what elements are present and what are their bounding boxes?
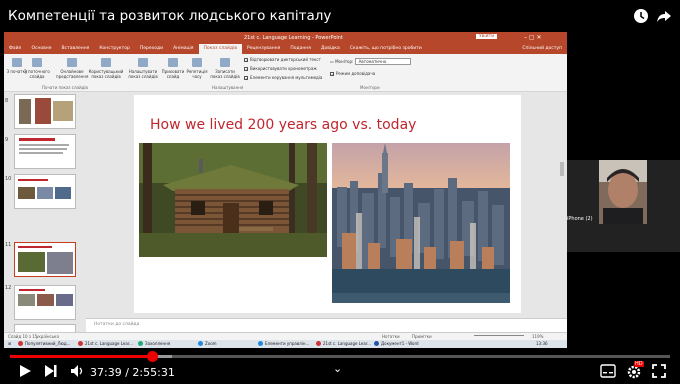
tab-file[interactable]: Файл bbox=[4, 44, 26, 54]
taskbar-item[interactable]: Zoom bbox=[198, 341, 217, 346]
time-display: 37:39 / 2:55:31 bbox=[90, 366, 175, 379]
stopwatch-icon bbox=[192, 58, 202, 67]
record-icon bbox=[220, 58, 230, 67]
tab-animations[interactable]: Анімація bbox=[168, 44, 198, 54]
record-show-button[interactable]: Записати показ слайдів bbox=[210, 58, 240, 79]
timings-checkbox[interactable]: ✓ Використовувати хронометраж bbox=[244, 66, 317, 72]
share-button[interactable]: Спільний доступ bbox=[517, 44, 567, 54]
ppt-window-title: 21st c. Language Learning - PowerPoint bbox=[244, 35, 343, 41]
custom-show-button[interactable]: Користувацький показ слайдів bbox=[88, 58, 124, 79]
chevron-down-icon[interactable]: ⌄ bbox=[333, 362, 342, 375]
group-monitors-label: Монітори bbox=[360, 85, 380, 90]
zoom-slider[interactable] bbox=[474, 335, 524, 336]
play-current-icon bbox=[32, 58, 42, 67]
media-controls-checkbox[interactable]: ✓ Елементи керування мультимедіа bbox=[244, 75, 322, 81]
play-icon[interactable] bbox=[18, 364, 32, 382]
signin-button[interactable]: Увійти bbox=[476, 34, 498, 39]
taskbar-item[interactable]: 21st c. Language Lear... bbox=[316, 341, 371, 346]
slide-editor: How we lived 200 years ago vs. today bbox=[86, 92, 567, 318]
tab-home[interactable]: Основне bbox=[26, 44, 56, 54]
hide-slide-button[interactable]: Приховати слайд bbox=[160, 58, 186, 79]
presenter-view-checkbox[interactable]: ✓ Режим доповідача bbox=[330, 71, 375, 77]
subtitles-icon[interactable] bbox=[600, 364, 616, 382]
start-from-current-button[interactable]: З поточного слайда bbox=[24, 58, 50, 79]
log-cabin-image[interactable] bbox=[139, 143, 327, 257]
custom-show-icon bbox=[101, 58, 111, 67]
slide-number: 12 bbox=[5, 285, 12, 291]
status-bar: Слайд 10 з 15 українська Нотатки Примітк… bbox=[4, 332, 567, 340]
group-start-label: Почати показ слайдів bbox=[42, 85, 88, 90]
notes-pane[interactable]: Нотатки до слайда bbox=[86, 318, 567, 332]
duration: 2:55:31 bbox=[132, 366, 175, 379]
powerpoint-window: 21st c. Language Learning - PowerPoint У… bbox=[4, 32, 567, 348]
progress-played bbox=[10, 355, 152, 358]
setup-icon bbox=[138, 58, 148, 67]
taskbar-item[interactable]: Захоплення bbox=[138, 341, 170, 346]
current-time: 37:39 bbox=[90, 366, 122, 379]
taskbar-clock: 13:36 bbox=[536, 341, 548, 346]
ribbon-tabs: Файл Основне Вставлення Конструктор Пере… bbox=[4, 44, 567, 54]
taskbar-item[interactable]: Популятивний_Люд... bbox=[18, 341, 70, 346]
volume-icon[interactable] bbox=[70, 364, 84, 382]
slide-title[interactable]: How we lived 200 years ago vs. today bbox=[150, 117, 416, 133]
tab-design[interactable]: Конструктор bbox=[94, 44, 134, 54]
comments-button[interactable]: Примітки bbox=[412, 334, 432, 339]
next-icon[interactable] bbox=[44, 364, 58, 382]
online-present-button[interactable]: Онлайнове представлення bbox=[56, 58, 88, 79]
taskbar-item[interactable]: Документ1 - Word bbox=[374, 341, 419, 346]
taskbar-item[interactable]: Елементи управлін... bbox=[258, 341, 309, 346]
new-york-skyline-image[interactable] bbox=[332, 143, 510, 303]
hd-badge: HD bbox=[634, 361, 644, 367]
play-icon bbox=[12, 58, 22, 67]
slide-thumbnails-pane[interactable]: 8 9 10 11 12 bbox=[4, 92, 86, 334]
progress-scrubber[interactable] bbox=[146, 351, 158, 362]
tab-help[interactable]: Довідка bbox=[316, 44, 345, 54]
webcam-label: iPhone (2) bbox=[567, 216, 593, 222]
tab-transitions[interactable]: Переходи bbox=[135, 44, 168, 54]
share-icon[interactable] bbox=[655, 8, 673, 26]
window-controls[interactable]: – ▢ ✕ bbox=[524, 34, 542, 41]
globe-icon bbox=[67, 58, 77, 67]
tab-insert[interactable]: Вставлення bbox=[57, 44, 95, 54]
narrations-checkbox[interactable]: ✓ Відтворювати дикторський текст bbox=[244, 57, 321, 63]
start-icon[interactable]: ⊞ bbox=[8, 341, 11, 346]
slide-thumbnail-9[interactable] bbox=[14, 134, 76, 169]
slide-thumbnail-12[interactable] bbox=[14, 285, 76, 320]
windows-taskbar: ⊞ Популятивний_Люд... 21st c. Language L… bbox=[4, 340, 567, 348]
taskbar-item[interactable]: 21st c. Language Lear... bbox=[78, 341, 133, 346]
fullscreen-icon[interactable] bbox=[652, 364, 666, 382]
rehearse-timings-button[interactable]: Репетиція часу bbox=[184, 58, 210, 79]
slide-thumbnail-11-selected[interactable] bbox=[14, 242, 76, 277]
ribbon: З початку З поточного слайда Онлайнове п… bbox=[4, 54, 567, 92]
slide-number: 10 bbox=[5, 176, 12, 182]
group-setup-label: Налаштування bbox=[212, 85, 244, 90]
slide-counter: Слайд 10 з 15 bbox=[8, 334, 38, 339]
ppt-title-bar: 21st c. Language Learning - PowerPoint У… bbox=[4, 32, 567, 44]
video-title[interactable]: Компетенції та розвиток людського капіта… bbox=[8, 8, 331, 24]
hide-icon bbox=[168, 58, 178, 67]
tab-slideshow[interactable]: Показ слайдів bbox=[198, 44, 242, 54]
setup-show-button[interactable]: Налаштувати показ слайдів bbox=[128, 58, 158, 79]
slide-number: 9 bbox=[5, 137, 9, 143]
webcam-video bbox=[599, 160, 647, 224]
slide-number: 8 bbox=[5, 98, 9, 104]
tab-review[interactable]: Рецензування bbox=[242, 44, 285, 54]
settings-icon[interactable]: HD bbox=[626, 361, 644, 384]
slide-thumbnail-8[interactable] bbox=[14, 94, 76, 129]
clock-icon[interactable] bbox=[632, 8, 650, 26]
notes-button[interactable]: Нотатки bbox=[382, 334, 400, 339]
current-slide[interactable]: How we lived 200 years ago vs. today bbox=[134, 95, 521, 313]
monitor-select[interactable]: ▭ Монітор: Автоматично bbox=[330, 58, 411, 65]
editor-scrollbar[interactable] bbox=[560, 162, 564, 176]
slide-thumbnail-10[interactable] bbox=[14, 174, 76, 209]
language-indicator[interactable]: українська bbox=[36, 334, 59, 339]
webcam-tile[interactable]: iPhone (2) bbox=[567, 160, 680, 252]
slide-number: 11 bbox=[5, 242, 12, 248]
tell-me-search[interactable]: Скажіть, що потрібно зробити bbox=[345, 44, 427, 54]
zoom-level[interactable]: 119% bbox=[532, 334, 543, 339]
tab-view[interactable]: Подання bbox=[285, 44, 316, 54]
